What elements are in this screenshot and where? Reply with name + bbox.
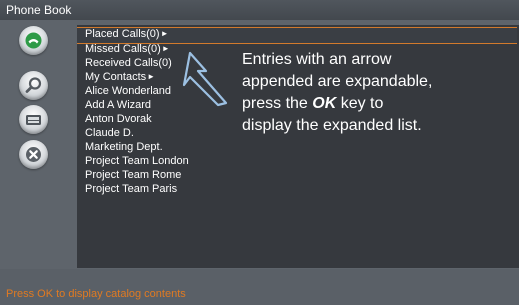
list-item[interactable]: Project Team Paris (85, 182, 177, 196)
list-item[interactable]: Alice Wonderland (85, 84, 171, 98)
list-item-placed-calls[interactable]: Placed Calls(0)► (85, 27, 169, 41)
list-item-label: Add A Wizard (85, 99, 152, 111)
list-item-label: My Contacts (85, 71, 147, 83)
list-item[interactable]: Claude D. (85, 126, 134, 140)
list-item-label: Claude D. (85, 127, 134, 139)
search-icon[interactable] (19, 71, 48, 100)
callout-text: press the (242, 95, 313, 112)
phone-call-icon[interactable] (19, 26, 48, 55)
title-bar: Phone Book (0, 0, 519, 20)
delete-icon[interactable] (19, 140, 48, 169)
list-item-received-calls[interactable]: Received Calls(0) (85, 56, 172, 70)
callout-line-3: press the OK key to (242, 93, 517, 115)
window-title: Phone Book (6, 3, 72, 17)
list-item-missed-calls[interactable]: Missed Calls(0)► (85, 42, 170, 56)
expand-arrow-icon: ► (160, 29, 169, 38)
status-bar: Press OK to display catalog contents (0, 269, 519, 305)
list-item-label: Marketing Dept. (85, 141, 163, 153)
callout-line-1: Entries with an arrow (242, 51, 392, 68)
help-callout: Entries with an arrow appended are expan… (242, 49, 517, 137)
expand-arrow-icon: ► (161, 44, 170, 53)
list-item-label: Project Team Rome (85, 169, 182, 181)
list-item[interactable]: Project Team Rome (85, 168, 181, 182)
list-item[interactable]: Project Team London (85, 154, 189, 168)
list-item[interactable]: Add A Wizard (85, 98, 151, 112)
expand-arrow-icon: ► (147, 72, 156, 81)
list-item-label: Project Team Paris (85, 183, 178, 195)
list-item-label: Project Team London (85, 155, 189, 167)
list-item-label: Missed Calls(0) (85, 43, 161, 55)
list-item[interactable]: Marketing Dept. (85, 140, 163, 154)
callout-arrow-icon (182, 51, 228, 107)
callout-line-2: appended are expandable, (242, 73, 433, 90)
callout-text: key to (336, 95, 384, 112)
callout-line-4: display the expanded list. (242, 117, 422, 134)
list-item-my-contacts[interactable]: My Contacts► (85, 70, 155, 84)
list-item-label: Anton Dvorak (85, 113, 152, 125)
list-item-label: Received Calls(0) (85, 57, 172, 69)
ok-key-label: OK (312, 95, 337, 112)
status-text: Press OK to display catalog contents (6, 288, 186, 300)
list-item-label: Alice Wonderland (85, 85, 172, 97)
contacts-icon[interactable] (19, 105, 48, 134)
list-item[interactable]: Anton Dvorak (85, 112, 152, 126)
list-item-label: Placed Calls(0) (85, 28, 160, 40)
